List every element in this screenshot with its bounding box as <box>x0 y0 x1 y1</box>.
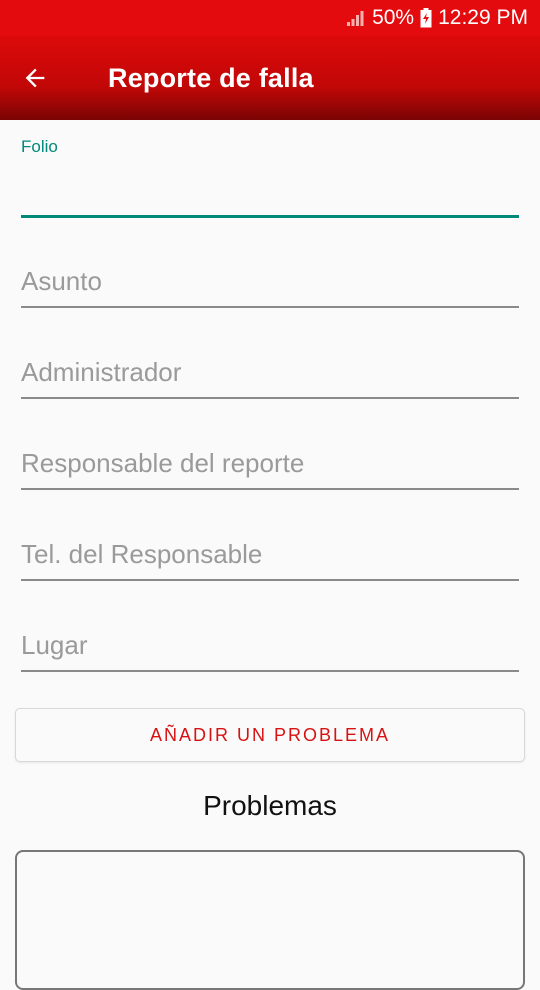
folio-label: Folio <box>21 137 58 156</box>
arrow-left-icon <box>25 68 45 88</box>
problems-title: Problemas <box>203 790 337 821</box>
lugar-underline <box>21 670 519 672</box>
status-bar: 50% 12:29 PM <box>0 0 540 36</box>
battery-percent: 50% <box>372 6 415 29</box>
administrador-input[interactable] <box>21 352 519 392</box>
page-title: Reporte de falla <box>108 62 314 93</box>
signal-icon <box>346 9 366 27</box>
telefono-input[interactable] <box>21 534 519 574</box>
clock: 12:29 PM <box>438 6 528 29</box>
app-bar: Reporte de falla <box>0 36 540 120</box>
administrador-underline <box>21 397 519 399</box>
responsable-input[interactable] <box>21 443 519 483</box>
add-problem-button[interactable]: AÑADIR UN PROBLEMA <box>15 708 525 762</box>
problems-list[interactable] <box>15 850 525 990</box>
responsable-underline <box>21 488 519 490</box>
battery-charging-icon <box>420 8 432 28</box>
asunto-underline <box>21 306 519 308</box>
folio-underline <box>21 215 519 218</box>
lugar-input[interactable] <box>21 625 519 665</box>
asunto-input[interactable] <box>21 261 519 301</box>
telefono-underline <box>21 579 519 581</box>
back-button[interactable] <box>0 36 70 120</box>
